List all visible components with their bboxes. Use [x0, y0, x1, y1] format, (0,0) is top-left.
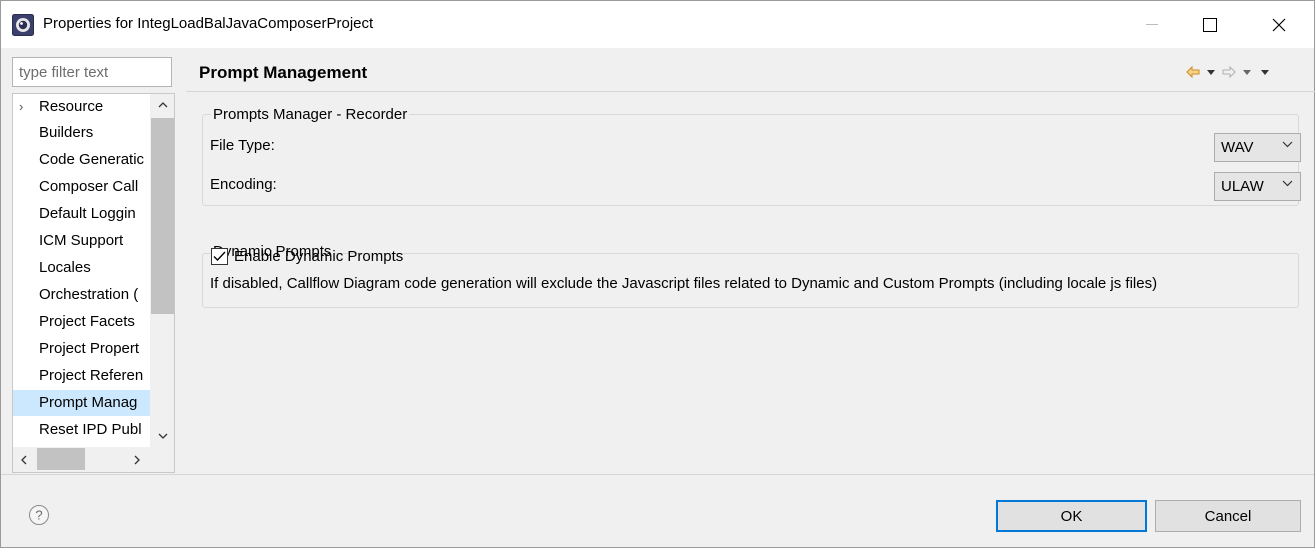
forward-arrow-icon[interactable]: [1222, 62, 1236, 82]
scroll-thumb[interactable]: [37, 448, 85, 470]
tree-item-reset-ipd-publish[interactable]: Reset IPD Publ: [13, 417, 150, 443]
file-type-value: WAV: [1221, 139, 1254, 156]
maximize-icon: [1203, 18, 1217, 32]
tree-item-builders[interactable]: Builders: [13, 120, 150, 146]
dropdown-icon[interactable]: [1204, 62, 1218, 82]
pane-divider[interactable]: [181, 48, 185, 474]
recorder-group: [202, 114, 1299, 206]
encoding-select[interactable]: ULAW: [1214, 172, 1301, 201]
chevron-left-icon: [21, 455, 27, 464]
tree-item-orchestration[interactable]: Orchestration (: [13, 282, 150, 308]
svg-text:?: ?: [35, 508, 42, 523]
checkmark-icon: [213, 251, 226, 261]
tree-item-label: Composer Call: [39, 178, 139, 195]
chevron-right-icon: [134, 455, 140, 464]
tree-item-prompt-management[interactable]: Prompt Manag: [13, 390, 150, 416]
page-title: Prompt Management: [199, 63, 368, 82]
enable-dynamic-prompts-label: Enable Dynamic Prompts: [234, 247, 404, 265]
chevron-down-icon: [1282, 141, 1293, 148]
scroll-down-button[interactable]: [150, 425, 174, 447]
minimize-icon: [1146, 24, 1158, 25]
dynamic-prompts-note: If disabled, Callflow Diagram code gener…: [210, 275, 1158, 292]
encoding-value: ULAW: [1221, 178, 1264, 195]
chevron-down-icon: [158, 433, 167, 439]
tree-item-project-references[interactable]: Project Referen: [13, 363, 150, 389]
tree-item-project-facets[interactable]: Project Facets: [13, 309, 150, 335]
window-title: Properties for IntegLoadBalJavaComposerP…: [43, 15, 374, 32]
scroll-up-button[interactable]: [150, 94, 174, 116]
file-type-label: File Type:: [210, 137, 275, 154]
back-arrow-icon[interactable]: [1186, 62, 1200, 82]
chevron-right-icon[interactable]: ›: [19, 94, 23, 120]
tree-item-composer-call[interactable]: Composer Call: [13, 174, 150, 200]
encoding-label: Encoding:: [210, 176, 277, 193]
tree-item-label: ICM Support: [39, 232, 124, 249]
tree-item-label: Orchestration (: [39, 286, 139, 303]
page-nav-toolbar: [1186, 61, 1272, 83]
tree-item-icm-support[interactable]: ICM Support: [13, 228, 150, 254]
close-icon: [1272, 18, 1286, 32]
scroll-left-button[interactable]: [13, 447, 35, 472]
header-separator: [186, 91, 1315, 92]
footer-separator: [1, 474, 1314, 475]
close-button[interactable]: [1256, 7, 1302, 43]
tree-item-code-generation[interactable]: Code Generatic: [13, 147, 150, 173]
cancel-button[interactable]: Cancel: [1155, 500, 1301, 532]
maximize-button[interactable]: [1187, 7, 1233, 43]
minimize-button[interactable]: [1129, 7, 1175, 43]
chevron-up-icon: [158, 102, 167, 108]
tree-item-label: Project Facets: [39, 313, 135, 330]
tree-item-locales[interactable]: Locales: [13, 255, 150, 281]
tree-item-label: Code Generatic: [39, 151, 145, 168]
tree-item-label: Builders: [39, 124, 94, 141]
tree-item-label: Project Propert: [39, 340, 140, 357]
tree-item-project-properties[interactable]: Project Propert: [13, 336, 150, 362]
tree-item-label: Locales: [39, 259, 91, 276]
ok-button[interactable]: OK: [996, 500, 1147, 532]
category-tree[interactable]: › Resource Builders Code Generatic Compo…: [12, 93, 175, 473]
title-bar: Properties for IntegLoadBalJavaComposerP…: [0, 0, 1315, 48]
eclipse-icon: [12, 14, 34, 36]
tree-item-label: Prompt Manag: [39, 394, 138, 411]
vertical-scrollbar[interactable]: [150, 94, 174, 447]
scroll-thumb[interactable]: [151, 118, 174, 314]
enable-dynamic-prompts-row[interactable]: Enable Dynamic Prompts: [211, 245, 403, 267]
scroll-right-button[interactable]: [126, 447, 148, 472]
enable-dynamic-prompts-checkbox[interactable]: [211, 247, 228, 265]
tree-item-resource[interactable]: › Resource: [13, 94, 150, 120]
tree-item-default-logging[interactable]: Default Loggin: [13, 201, 150, 227]
menu-icon[interactable]: [1258, 62, 1272, 82]
recorder-group-title: Prompts Manager - Recorder: [211, 106, 410, 123]
page-header: Prompt Management: [186, 57, 1315, 91]
dropdown-icon[interactable]: [1240, 62, 1254, 82]
tree-item-label: Default Loggin: [39, 205, 136, 222]
filter-input[interactable]: [12, 57, 172, 87]
horizontal-scrollbar[interactable]: [13, 447, 174, 472]
help-icon[interactable]: ?: [28, 504, 50, 526]
tree-item-label: Project Referen: [39, 367, 144, 384]
tree-item-label: Reset IPD Publ: [39, 421, 142, 438]
dialog-body: › Resource Builders Code Generatic Compo…: [0, 48, 1315, 548]
tree-item-label: Resource: [39, 98, 104, 115]
file-type-select[interactable]: WAV: [1214, 133, 1301, 162]
chevron-down-icon: [1282, 180, 1293, 187]
